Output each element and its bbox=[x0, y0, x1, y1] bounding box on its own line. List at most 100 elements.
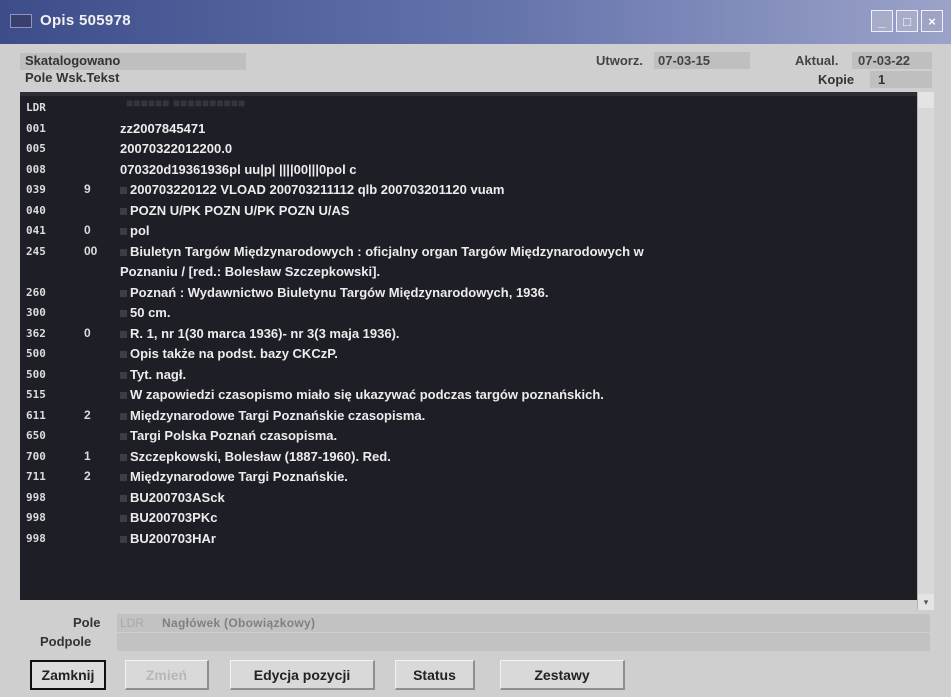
field-text: 50 cm. bbox=[130, 305, 171, 320]
field-text: pol bbox=[130, 223, 150, 238]
podpole-label: Podpole bbox=[40, 634, 92, 649]
field-indicator: 0 bbox=[84, 223, 91, 237]
field-tag: 611 bbox=[26, 408, 46, 422]
record-row[interactable]: 998 BU200703PKc bbox=[20, 508, 917, 528]
copies-value: 1 bbox=[878, 72, 886, 87]
horizontal-scrollbar[interactable] bbox=[20, 600, 917, 610]
subfield-marker-icon bbox=[120, 412, 127, 420]
field-tag: 998 bbox=[26, 531, 46, 545]
subfield-marker-icon bbox=[120, 494, 127, 502]
sets-button[interactable]: Zestawy bbox=[500, 660, 625, 690]
subfield-marker-icon bbox=[120, 433, 127, 440]
subfield-marker-icon bbox=[120, 289, 127, 297]
field-indicator: 1 bbox=[84, 448, 91, 463]
field-text: Szczepkowski, Bolesław (1887-1960). Red. bbox=[130, 448, 391, 464]
field-text: Międzynarodowe Targi Poznańskie. bbox=[130, 469, 348, 484]
field-tag: 700 bbox=[26, 449, 46, 463]
record-row[interactable]: 300 50 cm. bbox=[20, 303, 917, 323]
field-text: 200703220122 VLOAD 200703211112 qlb 2007… bbox=[130, 182, 505, 197]
record-row[interactable]: Poznaniu / [red.: Bolesław Szczepkowski]… bbox=[20, 262, 917, 282]
field-tag: 001 bbox=[26, 121, 46, 135]
record-row[interactable]: 001 zz2007845471 bbox=[20, 119, 917, 139]
scroll-up-icon[interactable] bbox=[918, 92, 934, 108]
podpole-field bbox=[117, 633, 930, 651]
field-text: BU200703PKc bbox=[130, 510, 218, 525]
field-tag: 500 bbox=[26, 367, 46, 381]
record-row[interactable]: 998 BU200703HAr bbox=[20, 529, 917, 549]
record-row[interactable]: 500 Opis także na podst. bazy CKCzP. bbox=[20, 344, 917, 364]
record-row[interactable]: 515 W zapowiedzi czasopismo miało się uka… bbox=[20, 385, 917, 405]
field-tag: LDR bbox=[26, 101, 46, 114]
field-indicator: 0 bbox=[84, 325, 91, 340]
field-text: 20070322012200.0 bbox=[120, 141, 233, 156]
record-row[interactable]: 650 Targi Polska Poznań czasopisma. bbox=[20, 426, 917, 446]
pole-label: Pole bbox=[73, 615, 101, 630]
columns-label: Pole Wsk.Tekst bbox=[25, 70, 120, 85]
record-row[interactable]: 700 1 Szczepkowski, Bolesław (1887-1960). … bbox=[20, 447, 917, 467]
field-text: R. 1, nr 1(30 marca 1936)- nr 3(3 maja 1… bbox=[130, 325, 400, 341]
record-row[interactable]: LDR bbox=[20, 98, 917, 118]
subfield-marker-icon bbox=[120, 248, 127, 256]
field-text: 070320d19361936pl uu|p| ||||00|||0pol c bbox=[120, 161, 357, 177]
marc-record-area[interactable]: ■■■■■■ ■■■■■■■■■■ LDR 001 zz2007845471 005 2… bbox=[20, 92, 917, 600]
catalog-status: Skatalogowano bbox=[25, 53, 121, 68]
field-tag: 711 bbox=[26, 470, 46, 483]
field-text: Targi Polska Poznań czasopisma. bbox=[130, 428, 338, 443]
record-row[interactable]: 005 20070322012200.0 bbox=[20, 139, 917, 159]
field-tag: 362 bbox=[26, 326, 46, 340]
record-row[interactable]: 711 2 Międzynarodowe Targi Poznańskie. bbox=[20, 467, 917, 487]
close-button[interactable]: Zamknij bbox=[30, 660, 106, 690]
subfield-marker-icon bbox=[120, 310, 127, 317]
close-icon[interactable]: × bbox=[921, 10, 943, 32]
field-text: BU200703HAr bbox=[130, 530, 216, 546]
subfield-marker-icon bbox=[120, 371, 127, 379]
field-tag: 998 bbox=[26, 511, 46, 524]
field-tag: 005 bbox=[26, 142, 46, 155]
record-row[interactable]: 998 BU200703ASck bbox=[20, 488, 917, 508]
field-indicator: 9 bbox=[84, 182, 91, 196]
subfield-marker-icon bbox=[120, 515, 127, 522]
field-tag: 515 bbox=[26, 388, 46, 401]
created-date: 07-03-15 bbox=[658, 53, 711, 68]
field-text: W zapowiedzi czasopismo miało się ukazyw… bbox=[130, 387, 604, 402]
field-text: Poznań : Wydawnictwo Biuletynu Targów Mi… bbox=[130, 284, 549, 300]
subfield-marker-icon bbox=[120, 351, 127, 358]
scroll-down-icon[interactable]: ▾ bbox=[918, 594, 934, 610]
record-row[interactable]: 500 Tyt. nagł. bbox=[20, 365, 917, 385]
field-tag: 500 bbox=[26, 347, 46, 360]
subfield-marker-icon bbox=[120, 392, 127, 399]
field-text: Biuletyn Targów Międzynarodowych : oficj… bbox=[130, 243, 644, 259]
record-row[interactable]: 041 0 pol bbox=[20, 221, 917, 241]
subfield-marker-icon bbox=[120, 474, 127, 481]
record-row[interactable]: 040 POZN U/PK POZN U/PK POZN U/AS bbox=[20, 201, 917, 221]
maximize-icon[interactable]: □ bbox=[896, 10, 918, 32]
field-text: zz2007845471 bbox=[120, 120, 206, 136]
vertical-scrollbar[interactable]: ▾ bbox=[917, 92, 934, 610]
status-button[interactable]: Status bbox=[395, 660, 475, 690]
field-tag: 040 bbox=[26, 203, 46, 217]
created-label: Utworz. bbox=[596, 53, 643, 68]
record-row[interactable]: 611 2 Międzynarodowe Targi Poznańskie czas… bbox=[20, 406, 917, 426]
subfield-marker-icon bbox=[120, 228, 127, 235]
record-row[interactable]: 362 0 R. 1, nr 1(30 marca 1936)- nr 3(3 ma… bbox=[20, 324, 917, 344]
title-bar: Opis 505978 _ □ × bbox=[0, 0, 951, 44]
subfield-marker-icon bbox=[120, 453, 127, 461]
field-text: Opis także na podst. bazy CKCzP. bbox=[130, 346, 338, 361]
record-row[interactable]: 008 070320d19361936pl uu|p| ||||00|||0pol… bbox=[20, 160, 917, 180]
field-text: Międzynarodowe Targi Poznańskie czasopis… bbox=[130, 407, 426, 423]
field-tag: 260 bbox=[26, 285, 46, 299]
record-row[interactable]: 245 00 Biuletyn Targów Międzynarodowych : … bbox=[20, 242, 917, 262]
edit-item-button[interactable]: Edycja pozycji bbox=[230, 660, 375, 690]
field-tag: 041 bbox=[26, 224, 46, 237]
window-icon bbox=[10, 14, 32, 28]
field-tag: 650 bbox=[26, 429, 46, 442]
field-tag: 245 bbox=[26, 244, 46, 258]
minimize-icon[interactable]: _ bbox=[871, 10, 893, 32]
field-tag: 039 bbox=[26, 183, 46, 196]
subfield-marker-icon bbox=[120, 535, 127, 543]
updated-label: Aktual. bbox=[795, 53, 839, 68]
record-row[interactable]: 260 Poznań : Wydawnictwo Biuletynu Targów… bbox=[20, 283, 917, 303]
pole-description: Nagłówek (Obowiązkowy) bbox=[162, 616, 316, 630]
window-title: Opis 505978 bbox=[40, 12, 131, 29]
record-row[interactable]: 039 9 200703220122 VLOAD 200703211112 qlb … bbox=[20, 180, 917, 200]
